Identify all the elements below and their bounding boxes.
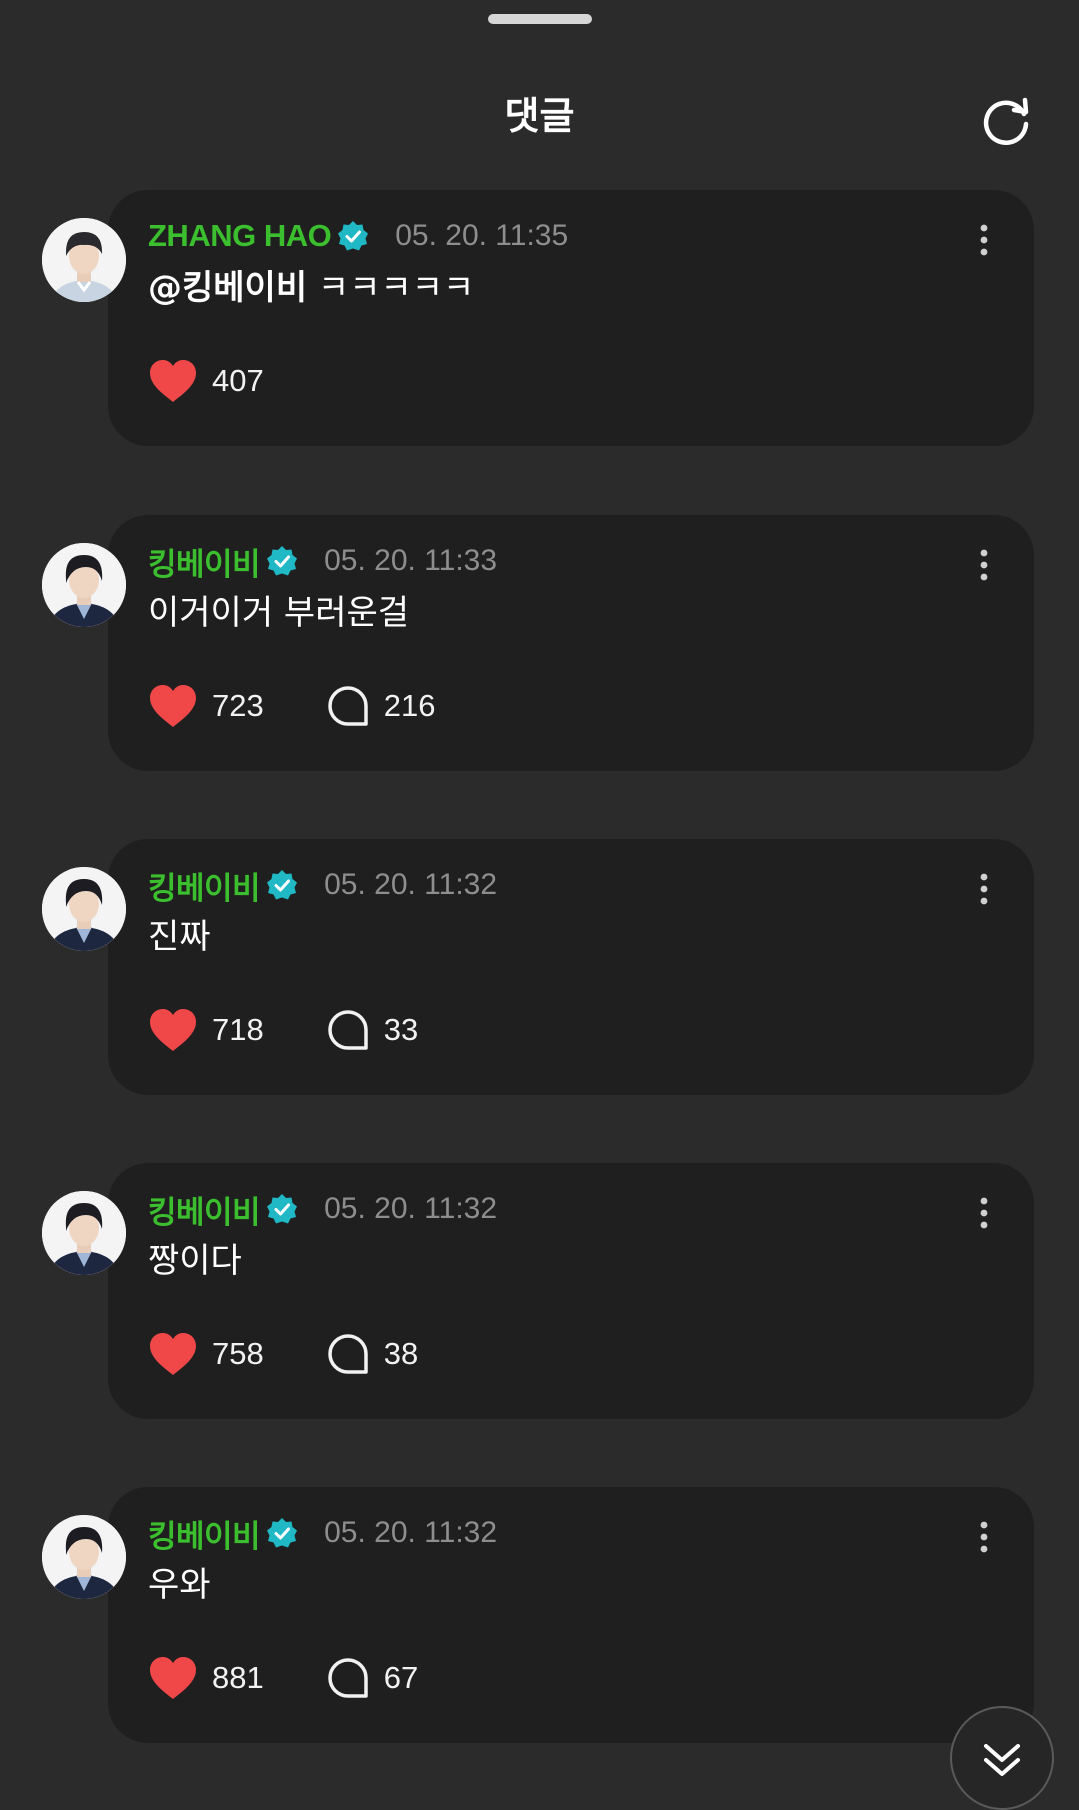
comment-stats: 758 38	[148, 1329, 418, 1379]
sheet-drag-handle[interactable]	[488, 14, 592, 24]
comment-text: 이거이거 부러운걸	[148, 593, 410, 633]
like-count: 881	[212, 1660, 264, 1695]
comment-meta: 킹베이비 05. 20. 11:33	[148, 539, 497, 583]
comment-text: 짱이다	[148, 1241, 242, 1281]
like-count: 758	[212, 1336, 264, 1371]
more-vertical-icon[interactable]	[970, 1193, 998, 1233]
comment-meta: 킹베이비 05. 20. 11:32	[148, 1511, 497, 1555]
comment-item: 킹베이비 05. 20. 11:33 이거이거 부러운걸 723 216	[0, 515, 1079, 771]
comment-body: ㅋㅋㅋㅋㅋ	[307, 268, 475, 308]
reply-button[interactable]: 67	[326, 1656, 418, 1700]
verified-badge-icon	[267, 546, 298, 576]
more-vertical-icon[interactable]	[970, 220, 998, 260]
comment-stats: 407	[148, 356, 264, 406]
comment-bubble-icon	[327, 1334, 368, 1374]
comment-time: 05. 20. 11:35	[395, 219, 569, 252]
comment-bubble-icon	[327, 686, 368, 726]
comment-author[interactable]: 킹베이비	[148, 1187, 261, 1232]
avatar[interactable]	[42, 543, 126, 627]
heart-icon[interactable]	[148, 1007, 198, 1053]
comment-stats: 718 33	[148, 1005, 418, 1055]
reply-button[interactable]: 33	[326, 1008, 418, 1052]
comment-author[interactable]: ZHANG HAO	[148, 218, 332, 254]
verified-badge-icon	[267, 1518, 298, 1548]
like-count: 723	[212, 688, 264, 723]
more-vertical-icon[interactable]	[970, 1517, 998, 1557]
comment-bubble-icon	[327, 1010, 368, 1050]
comment-time: 05. 20. 11:33	[324, 544, 498, 577]
comment-time: 05. 20. 11:32	[324, 1192, 498, 1225]
avatar[interactable]	[42, 1191, 126, 1275]
comment-meta: 킹베이비 05. 20. 11:32	[148, 1187, 497, 1231]
comment-author[interactable]: 킹베이비	[148, 863, 261, 908]
comment-text: 진짜	[148, 917, 211, 957]
heart-icon[interactable]	[148, 1331, 198, 1377]
scroll-to-bottom-button[interactable]	[950, 1706, 1054, 1810]
verified-badge-icon	[338, 221, 369, 251]
comment-item: 킹베이비 05. 20. 11:32 짱이다 758 38	[0, 1163, 1079, 1419]
like-count: 718	[212, 1012, 264, 1047]
comment-item: 킹베이비 05. 20. 11:32 진짜 718 33	[0, 839, 1079, 1095]
heart-icon[interactable]	[148, 358, 198, 404]
comment-author[interactable]: 킹베이비	[148, 539, 261, 584]
comment-bubble-icon	[327, 1658, 368, 1698]
reply-count: 67	[383, 1660, 419, 1695]
heart-icon[interactable]	[148, 683, 198, 729]
comment-stats: 723 216	[148, 681, 435, 731]
comment-text: 우와	[148, 1565, 211, 1605]
refresh-icon[interactable]	[977, 92, 1035, 150]
like-count: 407	[212, 363, 264, 398]
more-vertical-icon[interactable]	[970, 869, 998, 909]
reply-count: 38	[383, 1336, 419, 1371]
page-title: 댓글	[504, 94, 575, 138]
comment-author[interactable]: 킹베이비	[148, 1511, 261, 1556]
verified-badge-icon	[267, 870, 298, 900]
reply-button[interactable]: 38	[326, 1332, 418, 1376]
reply-button[interactable]: 216	[326, 684, 436, 728]
avatar[interactable]	[42, 218, 126, 302]
more-vertical-icon[interactable]	[970, 545, 998, 585]
comment-stats: 881 67	[148, 1653, 418, 1703]
avatar[interactable]	[42, 867, 126, 951]
comment-mention[interactable]: @킹베이비	[148, 268, 307, 308]
avatar[interactable]	[42, 1515, 126, 1599]
comment-time: 05. 20. 11:32	[324, 1516, 498, 1549]
comment-meta: ZHANG HAO 05. 20. 11:35	[148, 214, 568, 258]
heart-icon[interactable]	[148, 1655, 198, 1701]
comment-meta: 킹베이비 05. 20. 11:32	[148, 863, 497, 907]
comment-time: 05. 20. 11:32	[324, 868, 498, 901]
comment-text: @킹베이비 ㅋㅋㅋㅋㅋ	[148, 264, 474, 312]
reply-count: 33	[383, 1012, 419, 1047]
reply-count: 216	[383, 688, 436, 723]
comment-item: ZHANG HAO 05. 20. 11:35 @킹베이비 ㅋㅋㅋㅋㅋ 407	[0, 190, 1079, 446]
double-chevron-down-icon	[984, 1744, 1020, 1776]
verified-badge-icon	[267, 1194, 298, 1224]
comment-item: 킹베이비 05. 20. 11:32 우와 881 67	[0, 1487, 1079, 1743]
